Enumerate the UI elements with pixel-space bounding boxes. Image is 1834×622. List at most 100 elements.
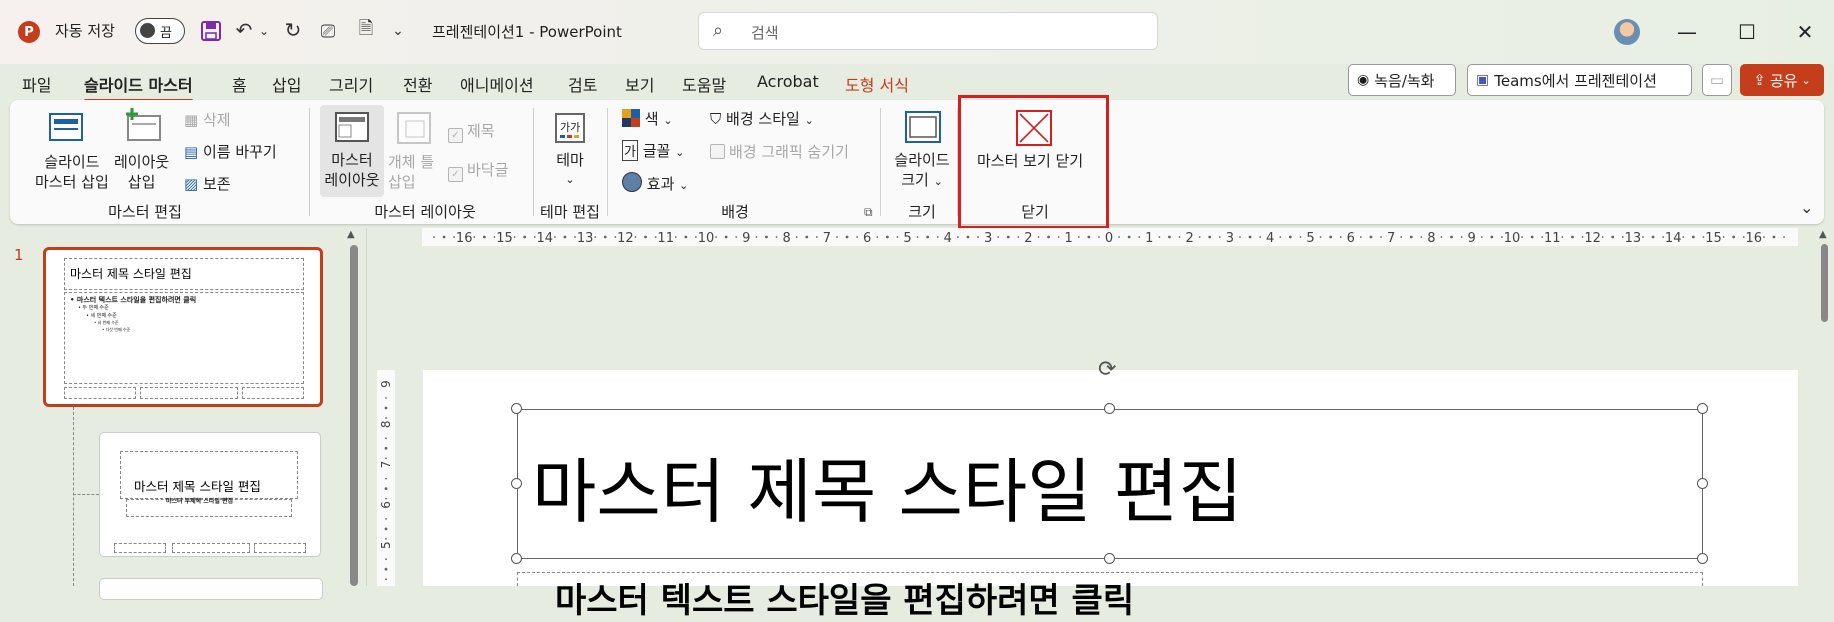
ruler-tick [1530, 235, 1534, 239]
rename-button[interactable]: ▤ 이름 바꾸기 [184, 141, 277, 162]
master-layout-label: 마스터 레이아웃 [322, 150, 382, 190]
hide-background-graphics-checkbox[interactable]: 배경 그래픽 숨기기 [710, 141, 849, 162]
print-preview-icon[interactable]: 🗎 [354, 18, 378, 44]
preserve-button[interactable]: ▨ 보존 [184, 173, 231, 194]
effects-button[interactable]: 효과 ⌄ [622, 172, 688, 194]
insert-layout-button[interactable]: 레이아웃 삽입 [114, 152, 169, 192]
tab-transitions[interactable]: 전환 [403, 72, 432, 96]
chevron-down-icon: ⌄ [933, 175, 943, 188]
ruler-tick [603, 235, 607, 239]
comments-button[interactable]: ▭ [1702, 64, 1732, 96]
autosave-toggle[interactable]: 끔 [135, 18, 185, 44]
tab-draw[interactable]: 그리기 [329, 72, 373, 96]
footer-checkbox-label: 바닥글 [467, 161, 509, 179]
resize-handle[interactable] [1697, 553, 1708, 564]
slide-size-line2-wrap: 크기 ⌄ [892, 170, 952, 192]
ruler-tick [1178, 236, 1181, 238]
ruler-tick [1319, 236, 1322, 238]
search-box[interactable]: ⌕ 검색 [698, 12, 1158, 50]
record-icon: ◉ [1357, 72, 1370, 88]
user-avatar[interactable] [1614, 19, 1640, 45]
ruler-tick [1409, 235, 1413, 239]
tab-review[interactable]: 검토 [568, 72, 597, 96]
colors-button[interactable]: 색 ⌄ [622, 108, 673, 129]
record-button[interactable]: ◉ 녹음/녹화 [1348, 64, 1456, 96]
teams-present-button[interactable]: ▣ Teams에서 프레젠테이션 [1467, 64, 1692, 96]
ruler-tick [795, 236, 798, 238]
redo-icon[interactable]: ↻ [280, 17, 306, 43]
ruler-tick [1127, 235, 1131, 239]
ruler-tick [453, 236, 456, 238]
ruler-tick [715, 236, 717, 238]
resize-handle[interactable] [511, 403, 522, 414]
tab-animations[interactable]: 애니메이션 [460, 72, 534, 96]
slide-body-text[interactable]: 마스터 텍스트 스타일을 편집하려면 클릭 [555, 573, 1134, 622]
start-slideshow-icon[interactable]: ⎚ [316, 18, 340, 44]
close-icon[interactable]: ✕ [1782, 16, 1828, 48]
scroll-up-icon[interactable]: ▲ [347, 229, 355, 240]
slide-size-icon [904, 110, 942, 148]
ruler-tick [1329, 235, 1333, 239]
tab-help[interactable]: 도움말 [682, 72, 726, 96]
ruler-number: 14 [1665, 231, 1682, 246]
share-button[interactable]: ⇪ 공유 ⌄ [1740, 64, 1824, 96]
pane-divider[interactable] [366, 228, 367, 586]
thumbnail-connector-line [73, 407, 75, 586]
resize-handle[interactable] [1697, 478, 1708, 489]
title-checkbox[interactable]: ✓ 제목 [448, 120, 495, 143]
ruler-number: 2 [1185, 231, 1193, 246]
tab-view[interactable]: 보기 [625, 72, 654, 96]
tab-slide-master[interactable]: 슬라이드 마스터 [84, 72, 193, 102]
resize-handle[interactable] [1697, 403, 1708, 414]
ruler-tick [384, 446, 388, 450]
ruler-tick [1087, 235, 1091, 239]
minimize-icon[interactable]: — [1664, 16, 1710, 48]
ruler-tick [1218, 236, 1221, 238]
delete-button[interactable]: ▦ 삭제 [184, 109, 231, 130]
layout-thumbnail[interactable] [99, 578, 323, 600]
save-icon[interactable] [200, 20, 222, 42]
slide-title-text[interactable]: 마스터 제목 스타일 편집 [532, 436, 1243, 537]
scroll-up-icon[interactable]: ▲ [1819, 229, 1827, 240]
rotate-handle-icon[interactable]: ⟳ [1098, 357, 1116, 382]
maximize-icon[interactable]: ☐ [1724, 16, 1770, 48]
ruler-number: 7 [1387, 231, 1395, 246]
resize-handle[interactable] [511, 553, 522, 564]
tab-acrobat[interactable]: Acrobat [757, 72, 819, 91]
insert-slide-master-button[interactable]: 슬라이드 마스터 삽입 [35, 152, 109, 192]
tab-file[interactable]: 파일 [22, 72, 51, 96]
thumb1-lvl4: • 네 번째 수준 [94, 320, 119, 325]
background-styles-button[interactable]: ⛉ 배경 스타일 ⌄ [710, 108, 814, 129]
undo-dropdown-icon[interactable]: ⌄ [258, 20, 270, 42]
resize-handle[interactable] [511, 478, 522, 489]
chevron-down-icon: ⌄ [804, 114, 814, 127]
editor-scroll-thumb[interactable] [1821, 244, 1828, 322]
thumbnail-scroll-thumb[interactable] [350, 245, 358, 586]
document-title: 프레젠테이션1 - PowerPoint [432, 23, 622, 41]
themes-button[interactable]: 테마 ⌄ [553, 150, 587, 190]
delete-label: 삭제 [202, 111, 231, 129]
insert-placeholder-button[interactable]: 개체 틀 삽입 [388, 152, 434, 192]
footer-checkbox[interactable]: ✓ 바닥글 [448, 159, 508, 182]
record-label: 녹음/녹화 [1374, 71, 1435, 90]
resize-handle[interactable] [1104, 403, 1115, 414]
ruler-tick [644, 235, 647, 239]
undo-icon[interactable]: ↶ [232, 17, 256, 43]
tab-shape-format[interactable]: 도형 서식 [845, 72, 909, 96]
insert-placeholder-icon [396, 111, 432, 149]
resize-handle[interactable] [1104, 553, 1115, 564]
tab-insert[interactable]: 삽입 [272, 72, 301, 96]
customize-toolbar-icon[interactable]: ⌄ [390, 20, 406, 42]
fonts-button[interactable]: 가 글꼴 ⌄ [622, 140, 684, 161]
slide-size-button[interactable]: 슬라이드 크기 ⌄ [892, 150, 952, 192]
format-background-launcher-icon[interactable]: ⧉ [864, 205, 873, 220]
ruler-tick [1208, 235, 1212, 239]
master-thumbnail[interactable]: 마스터 제목 스타일 편집 • 마스터 텍스트 스타일을 편집하려면 클릭 • … [43, 247, 323, 407]
ruler-tick [1561, 236, 1564, 238]
ruler-tick [385, 558, 387, 561]
layout-thumbnail-title[interactable]: 마스터 제목 스타일 편집 마스터 부제목 스타일 편집 [99, 432, 321, 557]
tab-home[interactable]: 홈 [232, 72, 247, 96]
collapse-ribbon-icon[interactable]: ⌄ [1800, 198, 1813, 217]
chevron-down-icon: ⌄ [565, 173, 575, 186]
ruler-tick [1682, 236, 1685, 238]
